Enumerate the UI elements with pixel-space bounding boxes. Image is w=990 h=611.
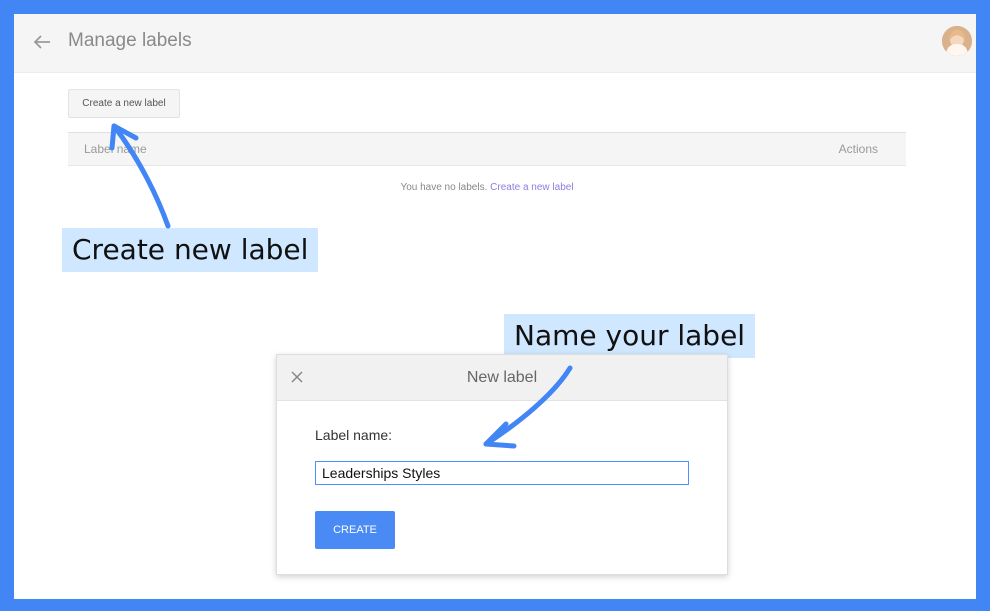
create-button[interactable]: CREATE [315, 511, 395, 549]
new-label-dialog: New label Label name: CREATE [276, 354, 728, 575]
empty-state-text: You have no labels. [400, 182, 488, 193]
label-name-input[interactable] [315, 461, 689, 485]
create-label-button[interactable]: Create a new label [68, 89, 180, 118]
column-actions: Actions [838, 142, 878, 156]
label-name-caption: Label name: [315, 427, 393, 443]
column-label-name: Label name [84, 142, 147, 156]
callout-create-label: Create new label [62, 228, 319, 272]
empty-state-row: You have no labels. Create a new label [68, 182, 906, 193]
dialog-header: New label [277, 355, 727, 401]
dialog-title: New label [466, 369, 538, 386]
callout-name-label: Name your label [504, 314, 756, 358]
labels-table-header: Label name Actions [68, 132, 906, 166]
create-label-link[interactable]: Create a new label [490, 182, 573, 193]
manage-labels-page: Manage labels Create a new label Label n… [14, 14, 976, 599]
page-title: Manage labels [68, 30, 192, 51]
arrow-left-icon[interactable] [30, 30, 54, 54]
page-header: Manage labels [14, 14, 976, 73]
user-avatar[interactable] [942, 26, 972, 56]
